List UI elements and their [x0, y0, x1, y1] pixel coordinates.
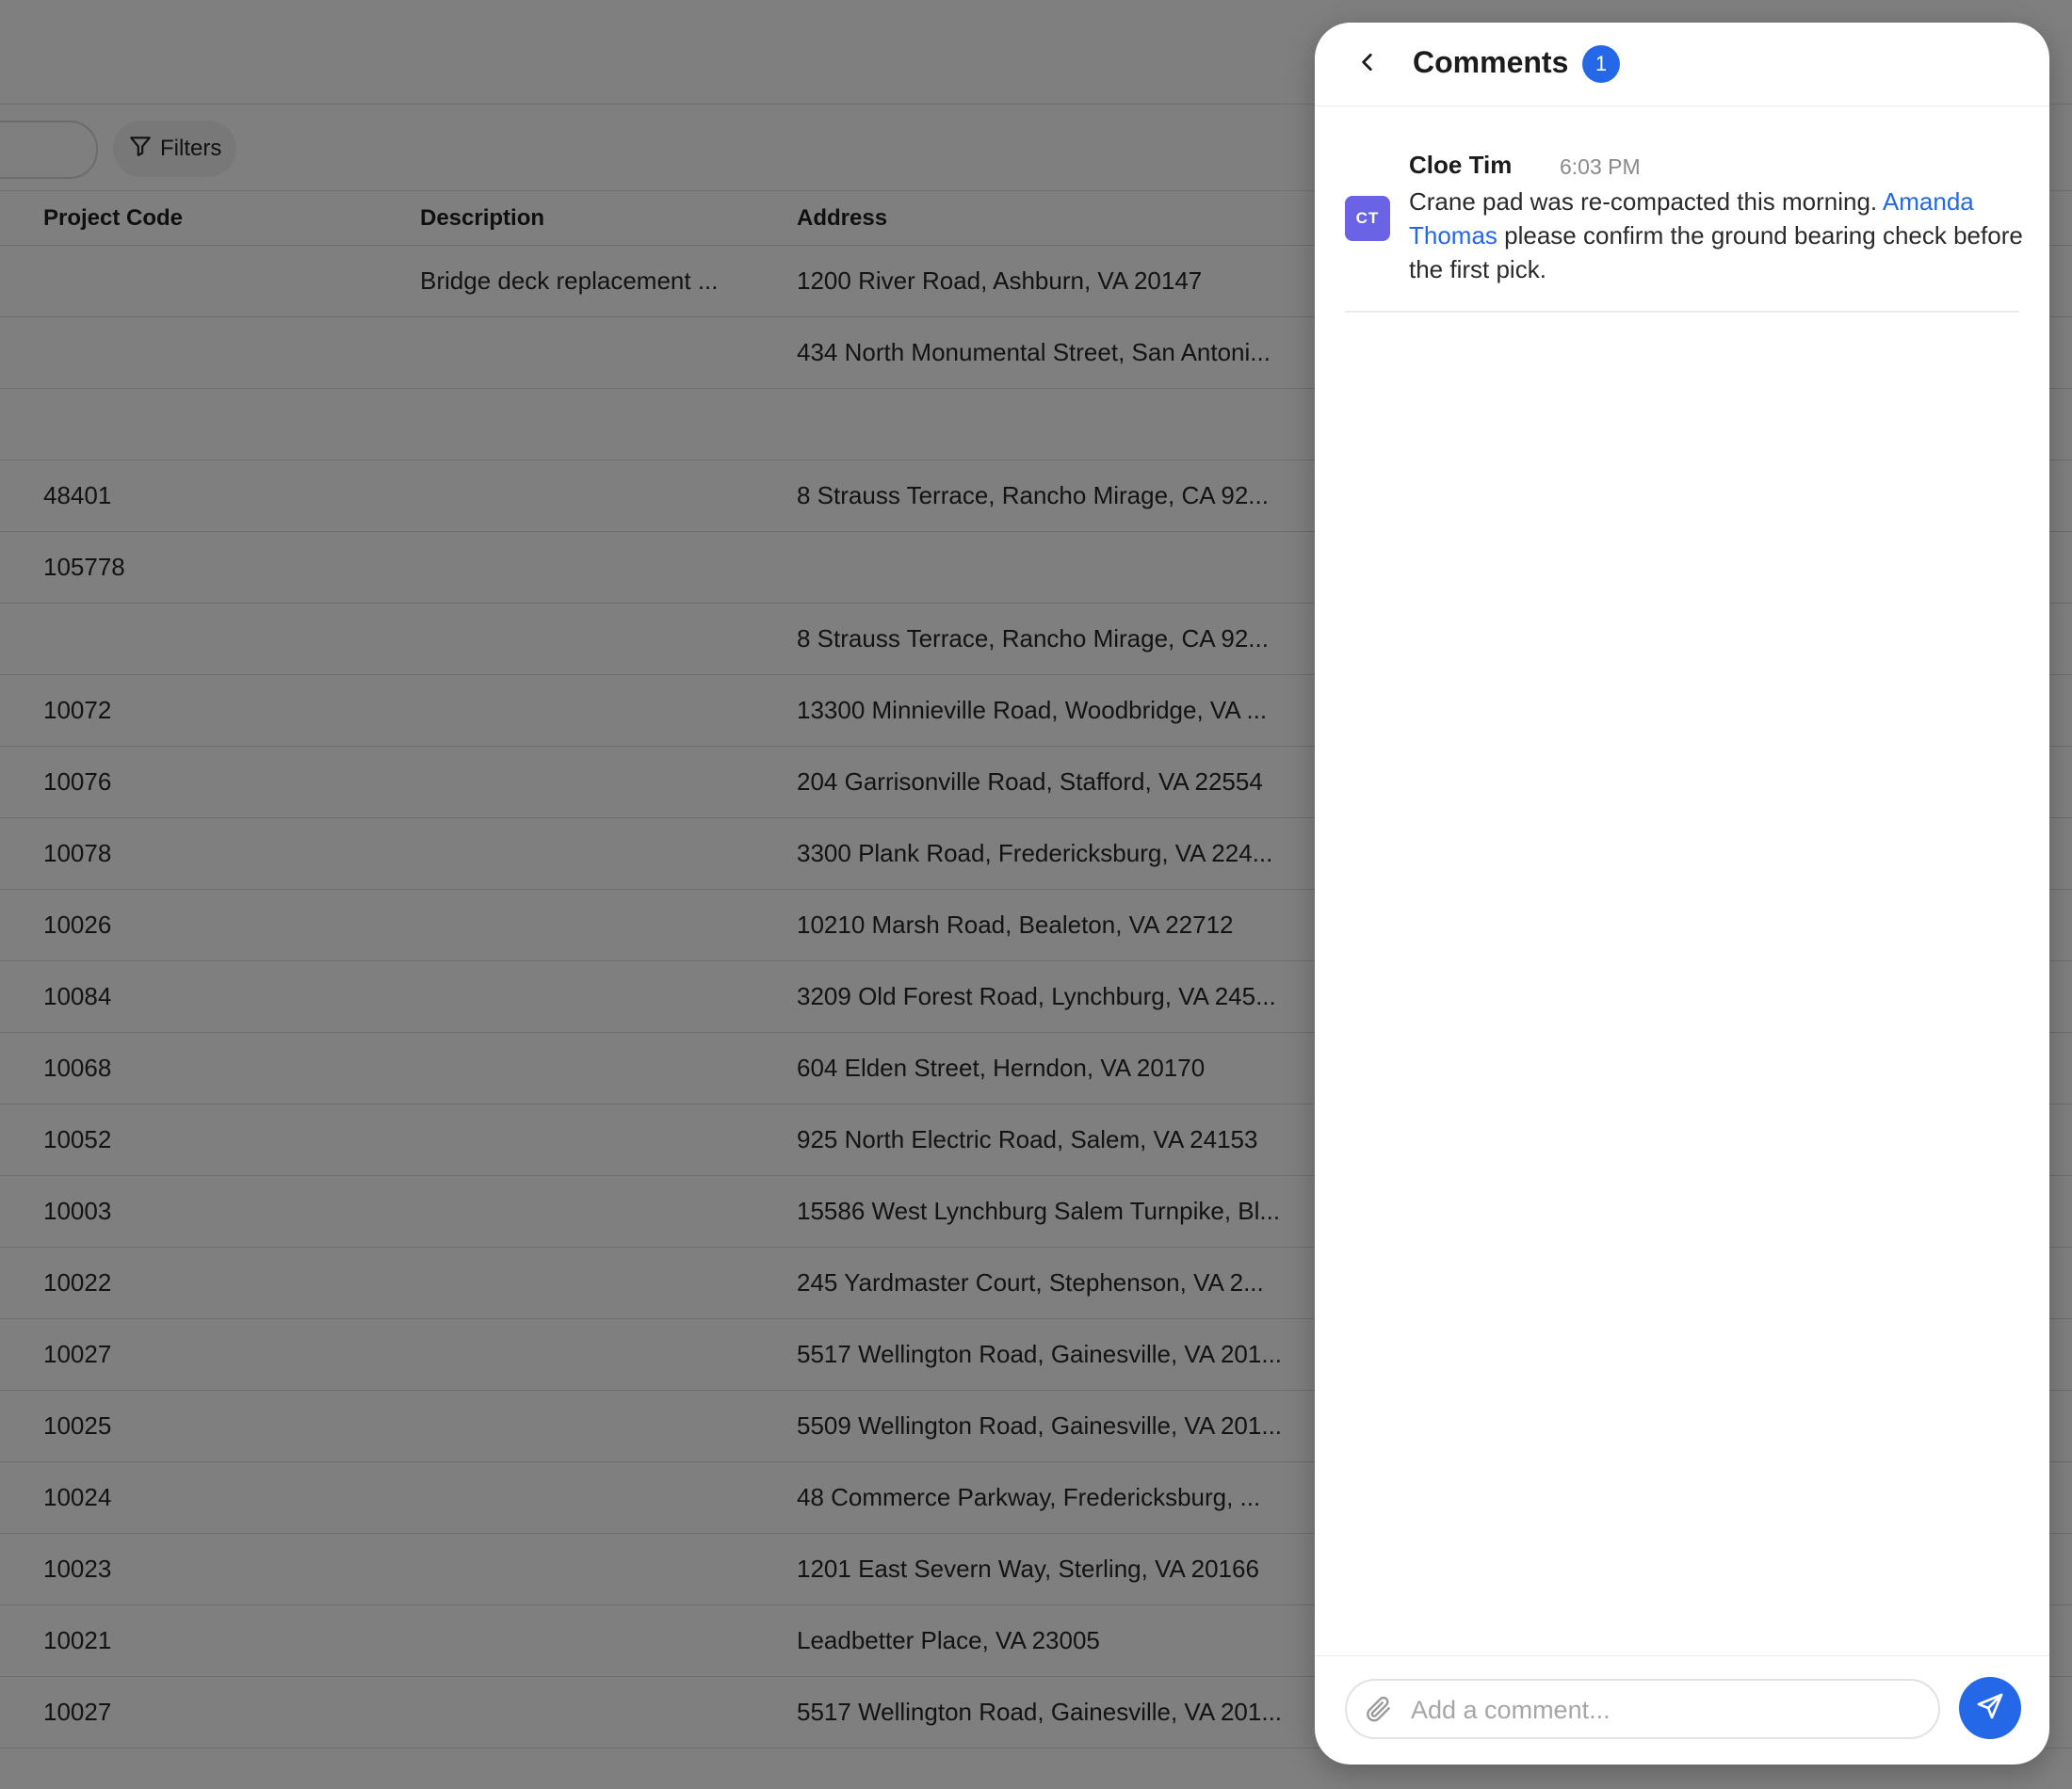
send-button[interactable]	[1959, 1677, 2021, 1739]
comments-panel: Comments 1 CT Cloe Tim 6:03 PM Crane pad…	[1315, 23, 2049, 1765]
avatar: CT	[1345, 196, 1390, 241]
panel-title: Comments	[1413, 45, 1569, 79]
comment-count-badge: 1	[1582, 45, 1620, 83]
comment-author: Cloe Tim	[1409, 151, 1513, 179]
comment-body: Crane pad was re-compacted this morning.…	[1409, 185, 2031, 286]
comment-composer	[1315, 1655, 2049, 1765]
send-icon	[1975, 1691, 2005, 1726]
comment-text: Crane pad was re-compacted this morning.	[1409, 187, 1883, 216]
back-button[interactable]	[1349, 45, 1386, 83]
comment-input[interactable]	[1409, 1690, 1921, 1730]
comments-header: Comments 1	[1315, 23, 2049, 106]
comment-item: CT Cloe Tim 6:03 PM Crane pad was re-com…	[1345, 128, 2023, 313]
chevron-left-icon	[1355, 50, 1380, 79]
paperclip-icon[interactable]	[1364, 1694, 1394, 1724]
comment-timestamp: 6:03 PM	[1560, 154, 1641, 179]
comment-field[interactable]	[1345, 1679, 1940, 1739]
comment-text-continued: please confirm the ground bearing check …	[1409, 221, 2023, 283]
